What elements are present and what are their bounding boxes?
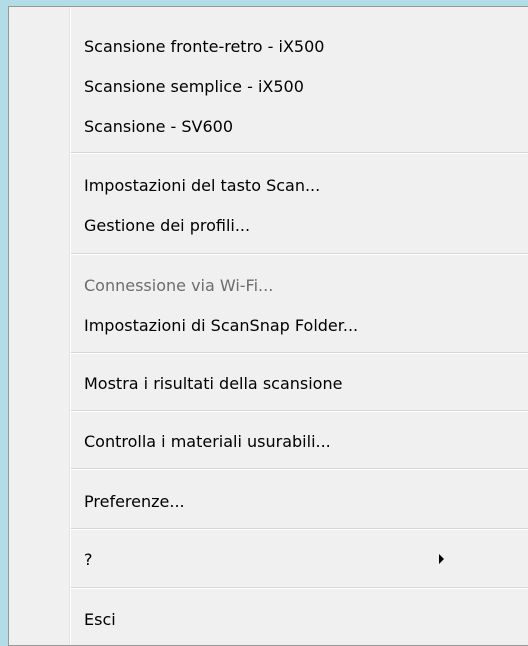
- menu-separator: [71, 528, 528, 530]
- chevron-right-icon: [439, 554, 444, 564]
- menu-item-label: Controlla i materiali usurabili...: [84, 431, 331, 451]
- menu-separator: [71, 253, 528, 255]
- menu-item-label: Impostazioni del tasto Scan...: [84, 175, 321, 195]
- menu-item-scan-simplex-ix500[interactable]: Scansione semplice - iX500: [71, 67, 528, 105]
- menu-item-scan-button-settings[interactable]: Impostazioni del tasto Scan...: [71, 166, 528, 204]
- menu-item-label: Mostra i risultati della scansione: [84, 373, 343, 393]
- menu-item-scansnap-folder-settings[interactable]: Impostazioni di ScanSnap Folder...: [71, 306, 528, 344]
- menu-item-label: ?: [84, 549, 93, 569]
- menu-item-label: Scansione - SV600: [84, 116, 234, 136]
- menu-separator: [71, 468, 528, 470]
- menu-item-label: Scansione fronte-retro - iX500: [84, 36, 325, 56]
- menu-item-label: Impostazioni di ScanSnap Folder...: [84, 315, 359, 335]
- menu-item-label: Esci: [84, 609, 116, 629]
- context-menu: Scansione fronte-retro - iX500 Scansione…: [8, 6, 528, 646]
- menu-separator: [71, 410, 528, 412]
- menu-item-help[interactable]: ?: [71, 540, 528, 578]
- menu-item-label: Gestione dei profili...: [84, 215, 251, 235]
- menu-item-label: Preferenze...: [84, 491, 185, 511]
- menu-separator: [71, 152, 528, 154]
- menu-item-label: Connessione via Wi-Fi...: [84, 275, 274, 295]
- menu-item-check-consumables[interactable]: Controlla i materiali usurabili...: [71, 422, 528, 460]
- menu-separator: [71, 352, 528, 354]
- menu-item-wifi-connection: Connessione via Wi-Fi...: [71, 266, 528, 304]
- menu-separator: [71, 587, 528, 589]
- menu-item-exit[interactable]: Esci: [71, 600, 528, 638]
- menu-item-profile-management[interactable]: Gestione dei profili...: [71, 206, 528, 244]
- menu-item-label: Scansione semplice - iX500: [84, 76, 304, 96]
- menu-item-scan-duplex-ix500[interactable]: Scansione fronte-retro - iX500: [71, 27, 528, 65]
- menu-item-scan-sv600[interactable]: Scansione - SV600: [71, 107, 528, 145]
- menu-item-preferences[interactable]: Preferenze...: [71, 482, 528, 520]
- menu-item-show-scan-results[interactable]: Mostra i risultati della scansione: [71, 364, 528, 402]
